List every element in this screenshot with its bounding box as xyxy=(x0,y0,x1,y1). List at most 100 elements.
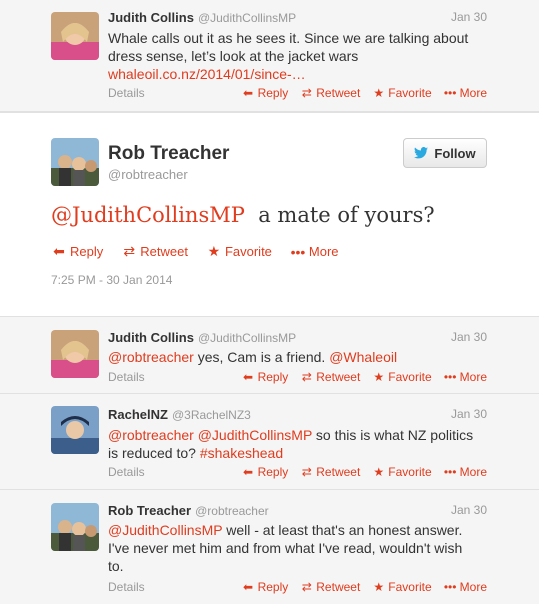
star-icon: ★ xyxy=(373,465,385,479)
reply-button[interactable]: ⬅ Reply xyxy=(51,243,103,260)
mention-link[interactable]: @robtreacher xyxy=(108,349,194,365)
reply-label: Reply xyxy=(257,580,289,594)
details-link[interactable]: Details xyxy=(108,465,145,479)
reply-button[interactable]: ⬅ Reply xyxy=(242,580,289,594)
author-handle[interactable]: @robtreacher xyxy=(195,504,269,518)
author-name[interactable]: Rob Treacher xyxy=(108,503,191,518)
tweet-text-segment: is reduced to? xyxy=(108,445,200,461)
more-button[interactable]: ••• More xyxy=(444,86,487,100)
more-label: More xyxy=(459,580,487,594)
details-link[interactable]: Details xyxy=(108,580,145,594)
mention-link[interactable]: @JudithCollinsMP xyxy=(51,203,245,227)
mention-link[interactable]: @Whaleoil xyxy=(329,349,397,365)
mention-link[interactable]: @robtreacher xyxy=(108,427,194,443)
retweet-button[interactable]: ⇄ Retweet xyxy=(300,86,361,100)
favorite-button[interactable]: ★ Favorite xyxy=(372,86,431,100)
author-handle[interactable]: @JudithCollinsMP xyxy=(198,11,296,25)
tweet-header: RachelNZ @3RachelNZ3 xyxy=(108,407,251,422)
reply-icon: ⬅ xyxy=(243,86,254,100)
main-tweet-actions: ⬅ Reply ⇄ Retweet ★ Favorite ••• More xyxy=(51,243,339,260)
retweet-button[interactable]: ⇄ Retweet xyxy=(300,580,361,594)
tweet-text: @robtreacher @JudithCollinsMP so this is… xyxy=(108,426,488,462)
tweet-date[interactable]: Jan 30 xyxy=(451,503,487,517)
favorite-label: Favorite xyxy=(388,580,432,594)
timestamp[interactable]: 7:25 PM - 30 Jan 2014 xyxy=(51,273,172,287)
tweet-rachel: RachelNZ @3RachelNZ3 Jan 30 @robtreacher … xyxy=(0,394,539,490)
favorite-button[interactable]: ★ Favorite xyxy=(372,580,431,594)
avatar-rob[interactable] xyxy=(51,503,99,551)
reply-button[interactable]: ⬅ Reply xyxy=(242,370,289,384)
more-button[interactable]: ••• More xyxy=(444,370,487,384)
tweet-date[interactable]: Jan 30 xyxy=(451,407,487,421)
tweet-text-segment: so this is what NZ politics xyxy=(312,427,474,443)
favorite-label: Favorite xyxy=(388,370,432,384)
retweet-button[interactable]: ⇄ Retweet xyxy=(121,243,188,260)
hashtag-link[interactable]: #shakeshead xyxy=(200,445,283,461)
retweet-label: Retweet xyxy=(316,86,361,100)
tweet-header: Judith Collins @JudithCollinsMP xyxy=(108,330,296,345)
more-icon: ••• xyxy=(443,86,457,100)
star-icon: ★ xyxy=(373,370,385,384)
author-name[interactable]: Rob Treacher xyxy=(108,143,229,165)
tweet-text: @JudithCollinsMP well - at least that's … xyxy=(108,521,488,575)
more-label: More xyxy=(459,86,487,100)
tweet-header: Judith Collins @JudithCollinsMP xyxy=(108,10,296,25)
main-tweet-text: @JudithCollinsMP a mate of yours? xyxy=(51,203,435,227)
reply-icon: ⬅ xyxy=(243,465,254,479)
tweet-date[interactable]: Jan 30 xyxy=(451,330,487,344)
star-icon: ★ xyxy=(373,86,385,100)
more-icon: ••• xyxy=(290,243,306,260)
author-handle[interactable]: @robtreacher xyxy=(108,167,188,182)
more-label: More xyxy=(459,370,487,384)
reply-button[interactable]: ⬅ Reply xyxy=(242,86,289,100)
favorite-button[interactable]: ★ Favorite xyxy=(372,465,431,479)
avatar-rachel[interactable] xyxy=(51,406,99,454)
author-handle[interactable]: @JudithCollinsMP xyxy=(198,331,296,345)
reply-label: Reply xyxy=(257,370,289,384)
twitter-bird-icon xyxy=(414,147,429,159)
favorite-label: Favorite xyxy=(388,86,432,100)
avatar-judith[interactable] xyxy=(51,12,99,60)
retweet-label: Retweet xyxy=(316,580,361,594)
author-handle[interactable]: @3RachelNZ3 xyxy=(172,408,251,422)
details-link[interactable]: Details xyxy=(108,370,145,384)
tweet-header: Rob Treacher @robtreacher xyxy=(108,503,269,518)
retweet-button[interactable]: ⇄ Retweet xyxy=(300,465,361,479)
author-name[interactable]: Judith Collins xyxy=(108,10,194,25)
tweet-judith-2: Judith Collins @JudithCollinsMP Jan 30 @r… xyxy=(0,320,539,394)
follow-button[interactable]: Follow xyxy=(403,138,487,168)
retweet-icon: ⇄ xyxy=(301,370,312,384)
reply-icon: ⬅ xyxy=(243,580,254,594)
author-name[interactable]: RachelNZ xyxy=(108,407,168,422)
tweet-date[interactable]: Jan 30 xyxy=(451,10,487,24)
reply-label: Reply xyxy=(257,86,289,100)
mention-link[interactable]: @JudithCollinsMP xyxy=(108,522,222,538)
retweet-button[interactable]: ⇄ Retweet xyxy=(300,370,361,384)
details-link[interactable]: Details xyxy=(108,86,145,100)
reply-label: Reply xyxy=(70,244,104,259)
more-icon: ••• xyxy=(443,370,457,384)
tweet-text-line: Whale calls out it as he sees it. Since … xyxy=(108,30,469,46)
mention-link[interactable]: @JudithCollinsMP xyxy=(198,427,312,443)
tweet-text-line: dress sense, let’s look at the jacket wa… xyxy=(108,48,359,64)
avatar-rob[interactable] xyxy=(51,138,99,186)
tweet-text-segment: yes, Cam is a friend. xyxy=(193,349,330,365)
avatar-judith[interactable] xyxy=(51,330,99,378)
more-button[interactable]: ••• More xyxy=(290,243,339,260)
tweet-link[interactable]: whaleoil.co.nz/2014/01/since-… xyxy=(108,65,488,83)
main-tweet: Rob Treacher @robtreacher Follow @Judith… xyxy=(0,112,539,317)
retweet-icon: ⇄ xyxy=(123,243,136,259)
author-name[interactable]: Judith Collins xyxy=(108,330,194,345)
tweet-text: Whale calls out it as he sees it. Since … xyxy=(108,29,488,83)
favorite-label: Favorite xyxy=(224,244,272,259)
more-button[interactable]: ••• More xyxy=(444,580,487,594)
retweet-icon: ⇄ xyxy=(301,465,312,479)
retweet-icon: ⇄ xyxy=(301,580,312,594)
favorite-button[interactable]: ★ Favorite xyxy=(372,370,431,384)
reply-icon: ⬅ xyxy=(53,243,65,259)
reply-button[interactable]: ⬅ Reply xyxy=(242,465,288,479)
more-button[interactable]: ••• More xyxy=(444,465,487,479)
tweet-text: @robtreacher yes, Cam is a friend. @Whal… xyxy=(108,348,488,366)
retweet-label: Retweet xyxy=(316,465,361,479)
favorite-button[interactable]: ★ Favorite xyxy=(206,243,272,260)
